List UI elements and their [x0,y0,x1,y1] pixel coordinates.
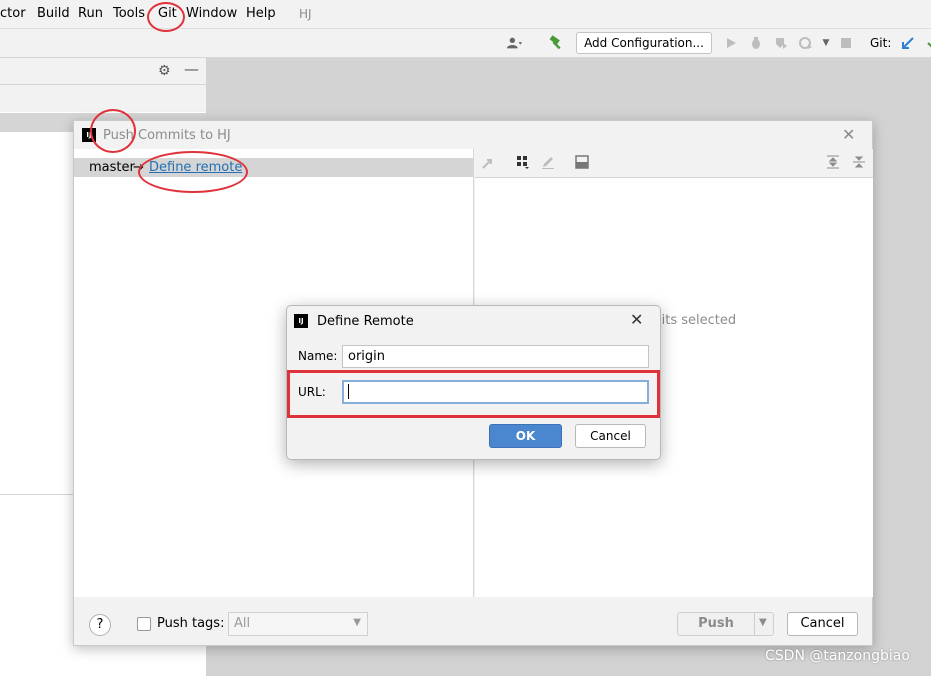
menu-bar: ctor Build Run Tools Git Window Help HJ [0,0,931,29]
cherry-pick-icon[interactable] [482,155,496,173]
menu-refactor[interactable]: ctor [0,6,26,21]
no-commits-selected-text: mits selected [649,313,737,328]
push-tags-label: Push tags: [157,616,225,631]
preview-icon[interactable] [575,155,589,173]
menu-build[interactable]: Build [37,6,70,21]
git-toolbar-label: Git: [870,36,892,50]
push-dialog-footer: ? Push tags: All ▼ Push ▼ Cancel [74,597,872,645]
chevron-down-icon[interactable]: ▼ [759,617,767,628]
profile-icon[interactable] [798,35,814,51]
annotation-circle-push [90,109,136,153]
help-button[interactable]: ? [89,614,111,636]
push-button[interactable]: Push ▼ [677,612,774,636]
remote-name-field[interactable] [342,345,649,368]
cancel-button[interactable]: Cancel [575,424,646,448]
intellij-logo-icon: IJ [294,314,308,328]
git-commit-icon[interactable] [924,35,931,51]
tool-window-row [0,85,206,112]
minimize-icon[interactable]: — [184,60,199,78]
stop-icon[interactable] [838,35,854,51]
run-icon[interactable] [723,35,739,51]
branch-row[interactable]: master → Define remote [74,158,473,177]
annotation-circle-git [147,2,185,32]
watermark: CSDN @tanzongbiao [765,648,910,664]
close-icon[interactable]: ✕ [630,310,643,329]
ok-button[interactable]: OK [489,424,562,448]
collapse-all-icon[interactable] [852,155,866,173]
edit-icon[interactable] [541,155,555,173]
menu-run[interactable]: Run [78,6,103,21]
main-toolbar: Add Configuration... ▼ Git: [0,29,931,58]
push-tags-checkbox[interactable] [137,617,151,631]
coverage-icon[interactable] [773,35,789,51]
menu-help[interactable]: Help [246,6,276,21]
menu-tools[interactable]: Tools [113,6,145,21]
chevron-down-icon[interactable]: ▼ [818,35,834,51]
details-toolbar [475,149,873,178]
define-remote-title: Define Remote [317,314,414,329]
user-icon[interactable] [507,35,523,51]
annotation-box-url [287,370,660,418]
git-update-icon[interactable] [900,35,916,51]
push-dialog-titlebar: IJ Push Commits to HJ ✕ [74,121,872,149]
expand-all-icon[interactable] [826,155,840,173]
remote-name-label: Name: [298,349,338,363]
push-tags-select-value: All [234,616,251,631]
annotation-circle-define-remote [138,151,248,193]
debug-icon[interactable] [748,35,764,51]
menu-window[interactable]: Window [186,6,237,21]
project-name: HJ [299,7,312,21]
push-button-separator [754,613,755,635]
add-configuration-button[interactable]: Add Configuration... [576,32,712,54]
push-button-label: Push [698,616,734,631]
gear-icon[interactable]: ⚙ [158,63,171,79]
push-tags-select[interactable]: All ▼ [228,612,368,636]
close-icon[interactable]: ✕ [842,125,855,144]
tool-window-header: ⚙ — [0,58,206,85]
branch-name: master [89,160,135,175]
chevron-down-icon: ▼ [353,617,361,628]
push-cancel-button[interactable]: Cancel [787,612,858,636]
group-by-icon[interactable] [516,155,530,173]
build-hammer-icon[interactable] [548,35,564,51]
